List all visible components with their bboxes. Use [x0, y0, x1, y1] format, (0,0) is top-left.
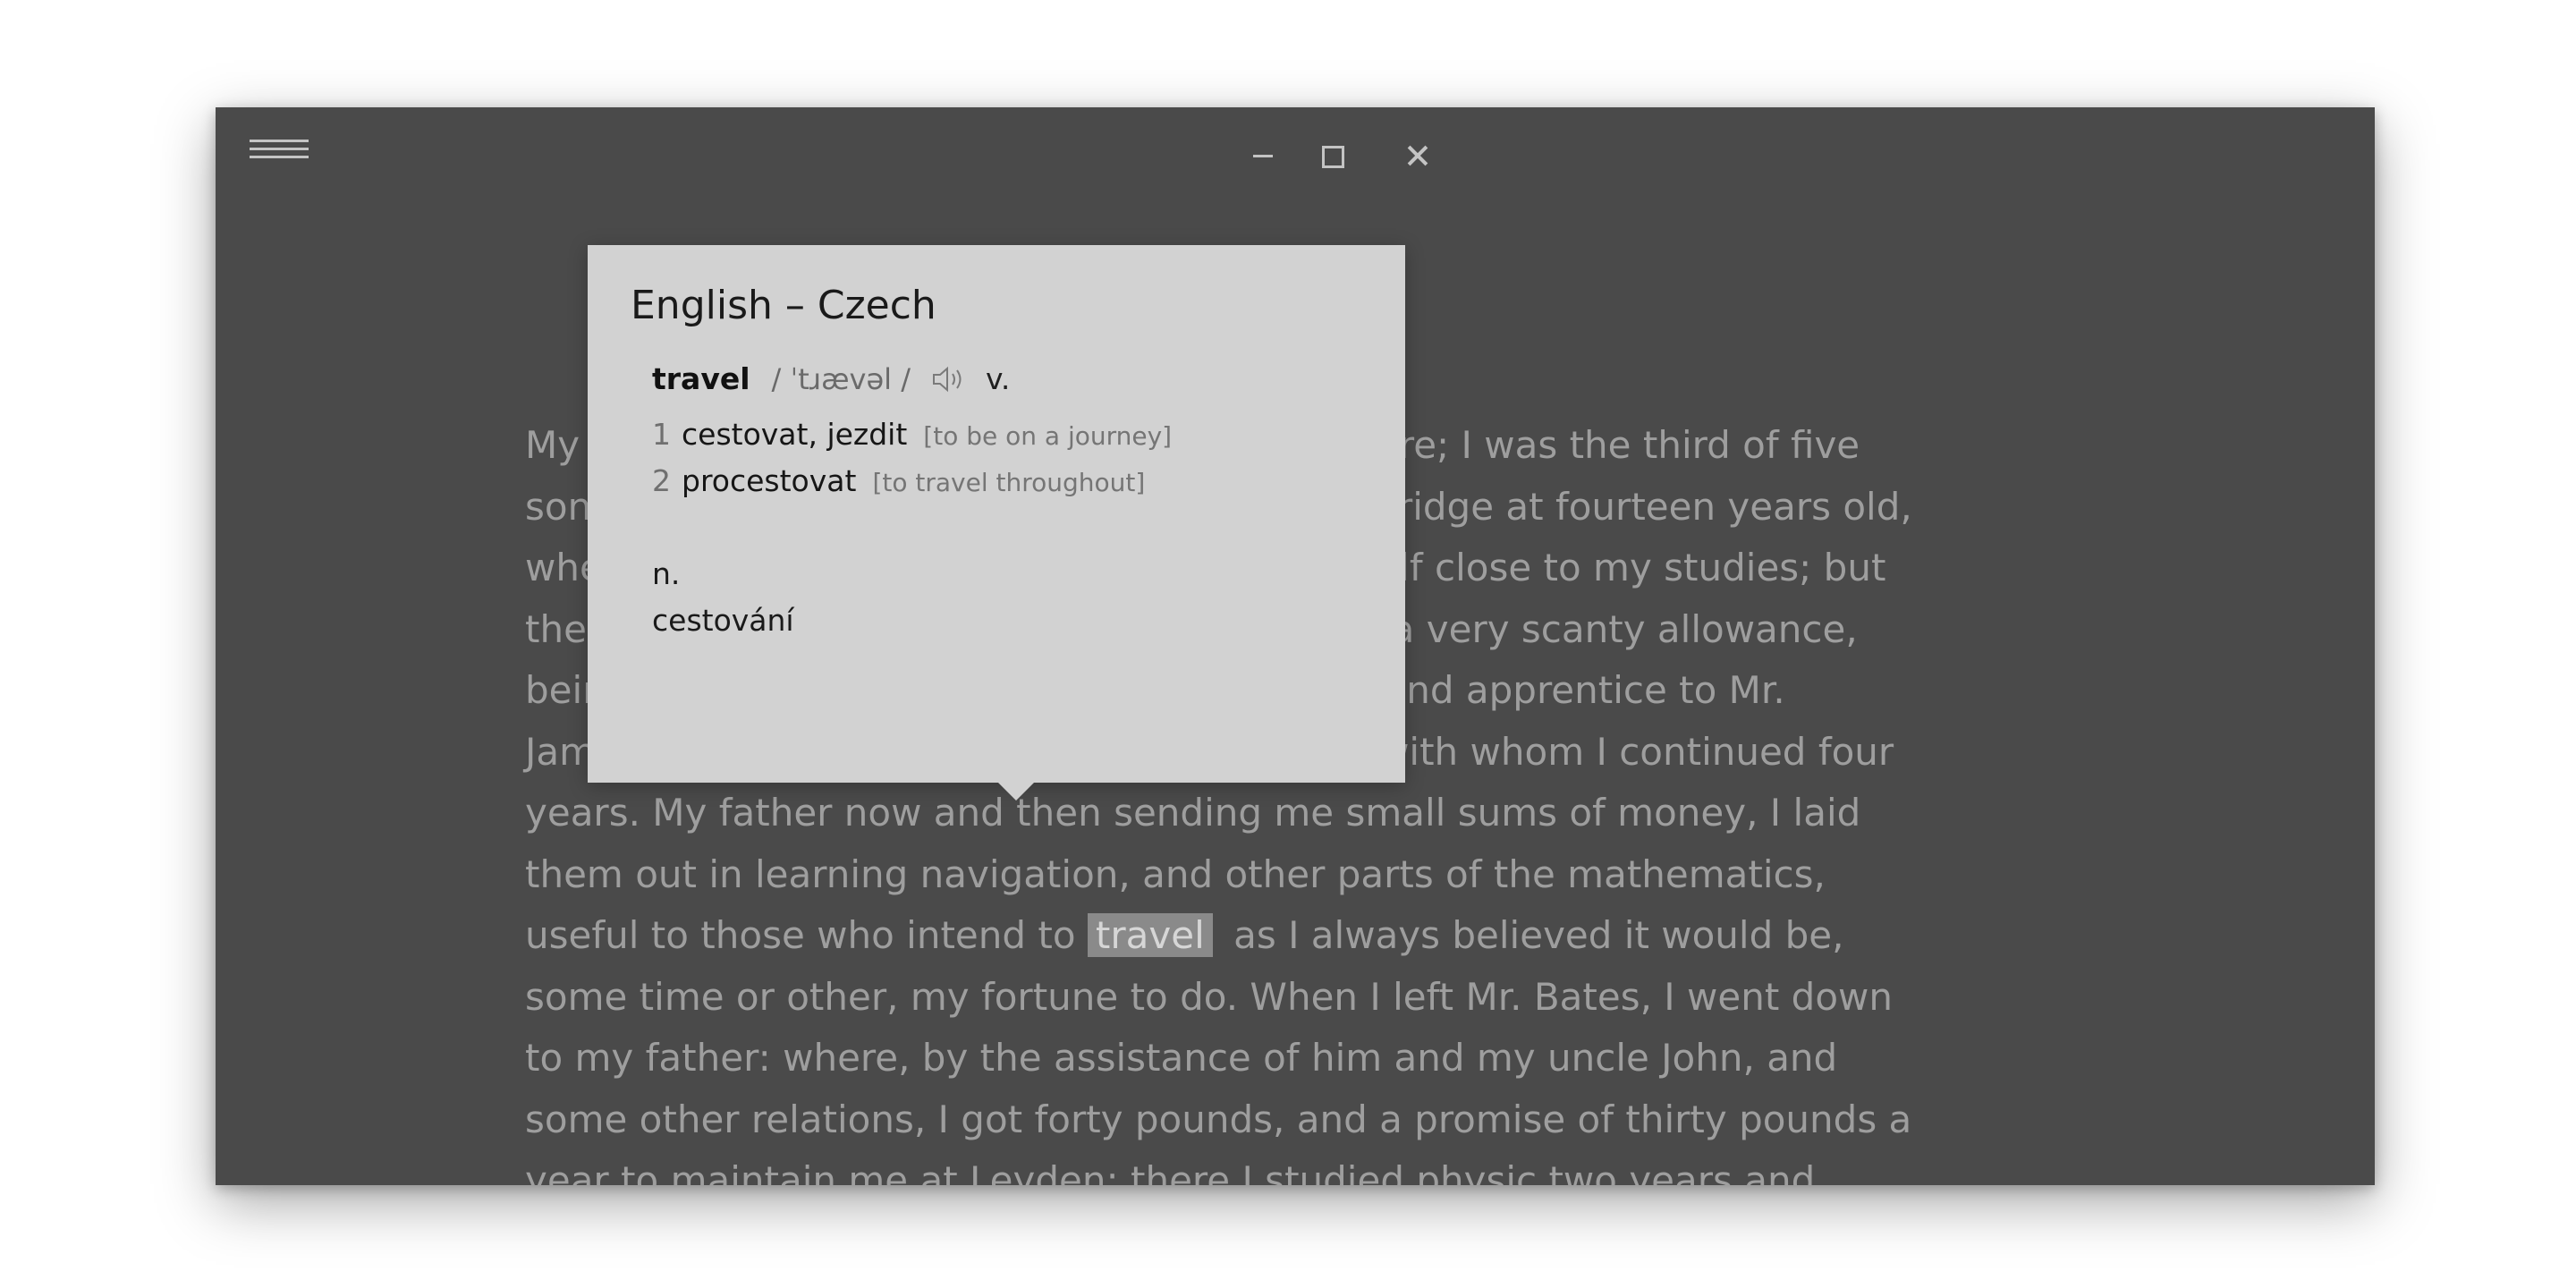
part-of-speech: n. — [652, 556, 681, 591]
speaker-icon[interactable] — [930, 364, 968, 394]
text-line: years. My father now and then sending me… — [525, 791, 1861, 835]
phonetic: / ˈtɹævəl / — [771, 361, 911, 396]
maximize-button[interactable] — [1310, 134, 1353, 177]
headword: travel — [652, 361, 750, 396]
part-of-speech: v. — [985, 361, 1011, 396]
noun-translation: cestování — [652, 603, 794, 638]
highlighted-word[interactable]: travel — [1087, 913, 1213, 957]
text-segment: useful to those who intend to — [525, 913, 1088, 957]
text-line: year to maintain me at Leyden: there I s… — [525, 1158, 1816, 1185]
text-line: to my father: where, by the assistance o… — [525, 1036, 1838, 1080]
menu-icon[interactable] — [250, 140, 309, 172]
sense-row: 2 procestovat [to travel throughout] — [652, 463, 1145, 498]
popup-pointer — [998, 783, 1034, 801]
sense-translation: procestovat — [682, 463, 857, 498]
sense-gloss: [to be on a journey] — [923, 421, 1173, 451]
dictionary-popup: English – Czech travel / ˈtɹævəl / v. 1c… — [588, 245, 1405, 783]
dictionary-headword-row: travel / ˈtɹævəl / v. — [652, 361, 1010, 396]
sense-row: 1 cestovat, jezdit [to be on a journey] — [652, 417, 1172, 452]
sense-translation: cestovat, jezdit — [682, 417, 908, 452]
text-segment: as I always believed it would be, — [1221, 913, 1844, 957]
dictionary-title: English – Czech — [631, 283, 936, 328]
text-line: some time or other, my fortune to do. Wh… — [525, 974, 1893, 1019]
text-line: some other relations, I got forty pounds… — [525, 1097, 1912, 1141]
sense-number: 1 — [652, 417, 671, 452]
minimize-button[interactable] — [1241, 134, 1284, 177]
sense-gloss: [to travel throughout] — [872, 468, 1146, 497]
text-line-highlighted: useful to those who intend to travel as … — [525, 905, 2099, 967]
close-button[interactable] — [1396, 134, 1439, 177]
sense-number: 2 — [652, 463, 671, 498]
text-line: them out in learning navigation, and oth… — [525, 852, 1826, 896]
